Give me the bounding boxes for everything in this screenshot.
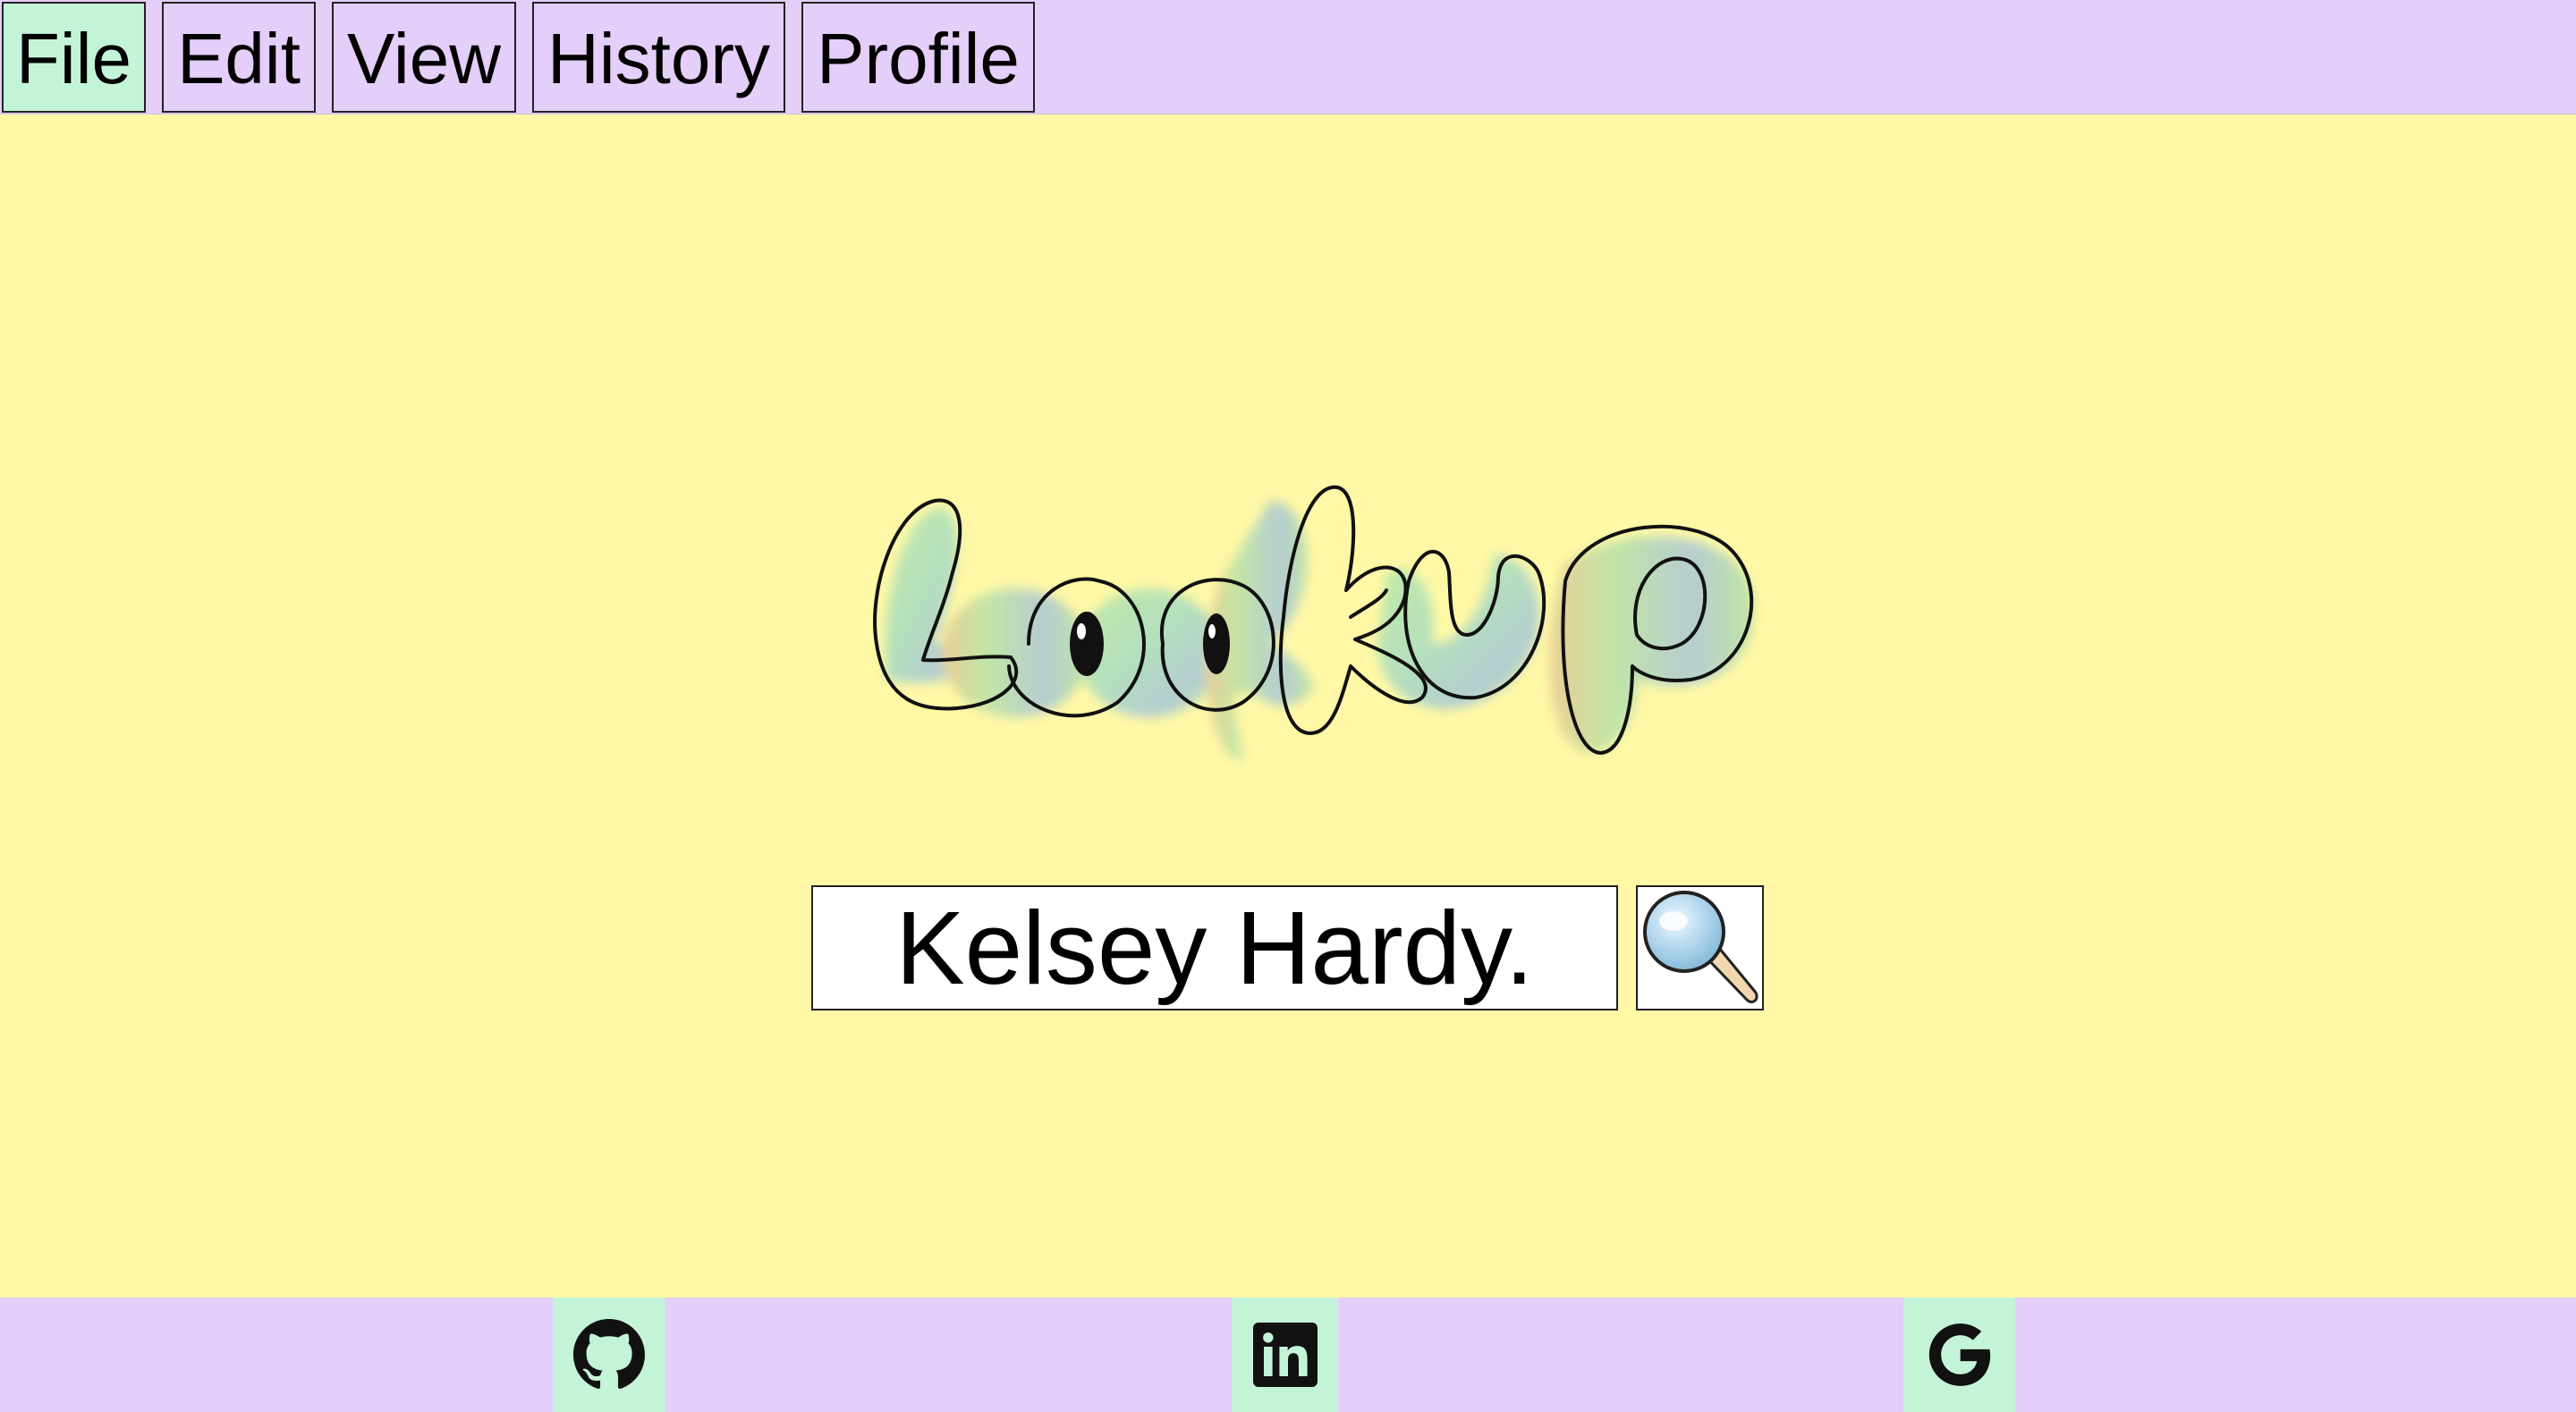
menu-view[interactable]: View — [332, 2, 516, 113]
menu-edit[interactable]: Edit — [162, 2, 316, 113]
lookup-logo — [850, 465, 1816, 787]
magnifying-glass-icon — [1643, 891, 1758, 1003]
footer-bar — [0, 1298, 2576, 1412]
linkedin-link[interactable] — [1232, 1298, 1338, 1412]
linkedin-icon — [1252, 1323, 1318, 1387]
menu-file[interactable]: File — [2, 2, 146, 113]
logo-watercolor — [886, 501, 1754, 760]
github-icon — [573, 1319, 645, 1390]
github-link[interactable] — [553, 1298, 665, 1412]
search-button[interactable] — [1636, 885, 1764, 1010]
search-input[interactable] — [811, 885, 1618, 1010]
google-link[interactable] — [1903, 1298, 2015, 1412]
menu-history[interactable]: History — [532, 2, 785, 113]
google-icon — [1928, 1323, 1990, 1386]
menu-bar: File Edit View History Profile — [0, 0, 2576, 114]
menu-profile[interactable]: Profile — [801, 2, 1035, 113]
